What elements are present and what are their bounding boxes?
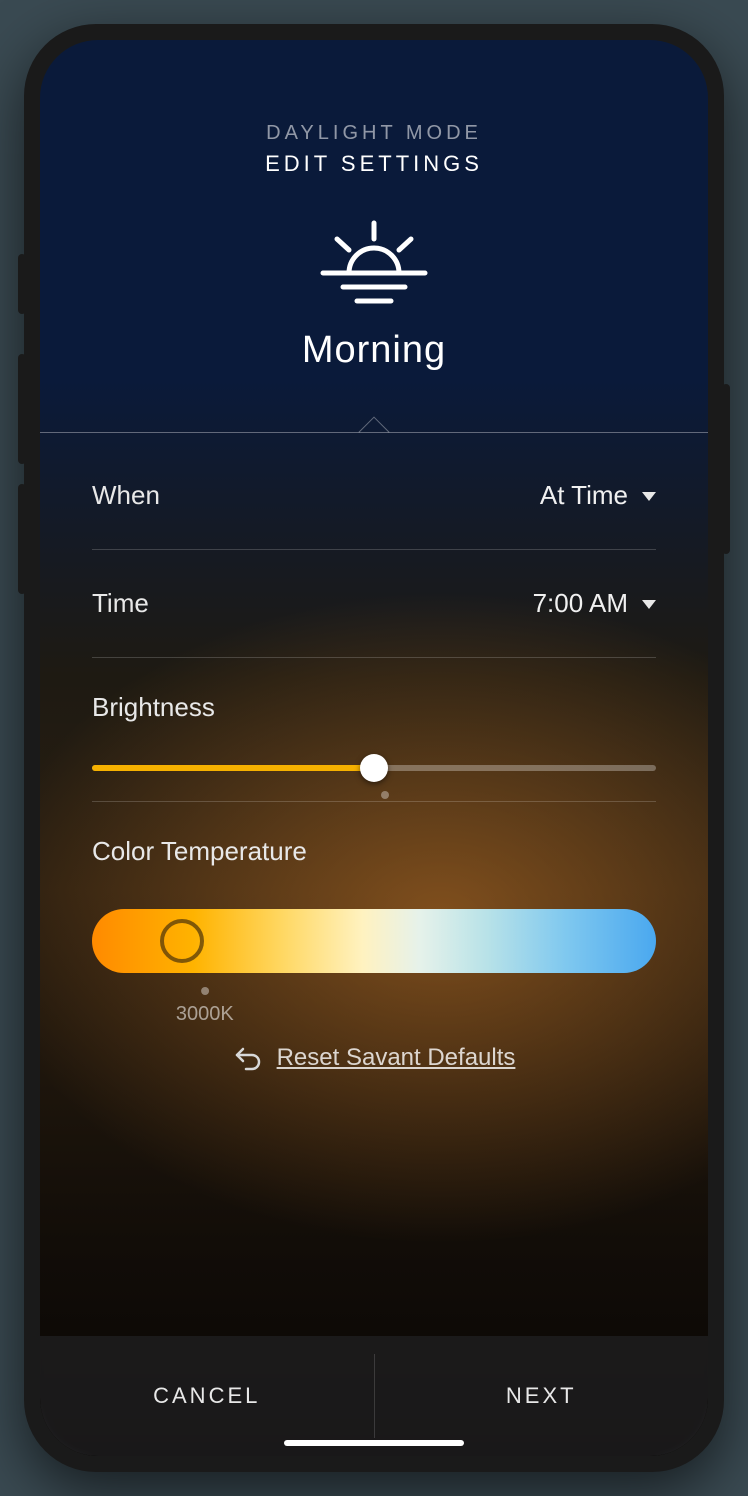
- time-label: Time: [92, 588, 149, 619]
- brightness-thumb[interactable]: [360, 754, 388, 782]
- brightness-slider[interactable]: [92, 765, 656, 771]
- cancel-button[interactable]: CANCEL: [40, 1336, 374, 1456]
- section-pointer: [40, 420, 708, 434]
- page-title: EDIT SETTINGS: [40, 151, 708, 177]
- time-row[interactable]: Time 7:00 AM: [92, 550, 656, 658]
- bottom-bar: CANCEL NEXT: [40, 1336, 708, 1456]
- reset-button[interactable]: Reset Savant Defaults: [92, 1043, 656, 1073]
- color-temp-thumb[interactable]: [160, 919, 204, 963]
- color-temp-marker-label: 3000K: [176, 1003, 234, 1026]
- when-label: When: [92, 480, 160, 511]
- phone-side-button: [18, 254, 26, 314]
- mode-name: Morning: [40, 329, 708, 372]
- brightness-default-marker: [381, 791, 389, 799]
- phone-side-button: [18, 484, 26, 594]
- header-eyebrow: DAYLIGHT MODE: [40, 122, 708, 145]
- color-temp-default-marker: 3000K: [176, 987, 234, 1026]
- brightness-label: Brightness: [92, 692, 656, 723]
- header: DAYLIGHT MODE EDIT SETTINGS Morning: [40, 40, 708, 372]
- screen: DAYLIGHT MODE EDIT SETTINGS Morning: [40, 40, 708, 1456]
- next-button[interactable]: NEXT: [375, 1336, 709, 1456]
- when-value: At Time: [540, 480, 628, 511]
- phone-frame: DAYLIGHT MODE EDIT SETTINGS Morning: [24, 24, 724, 1472]
- color-temp-section: Color Temperature 3000K: [92, 802, 656, 973]
- color-temp-label: Color Temperature: [92, 836, 656, 867]
- chevron-down-icon: [642, 492, 656, 501]
- time-value: 7:00 AM: [533, 588, 628, 619]
- when-row[interactable]: When At Time: [92, 442, 656, 550]
- chevron-down-icon: [642, 600, 656, 609]
- color-temp-slider[interactable]: 3000K: [92, 909, 656, 973]
- sunrise-icon: [40, 217, 708, 307]
- home-indicator[interactable]: [284, 1440, 464, 1446]
- undo-icon: [233, 1043, 263, 1073]
- reset-label: Reset Savant Defaults: [277, 1044, 516, 1072]
- phone-side-button: [722, 384, 730, 554]
- brightness-section: Brightness: [92, 658, 656, 802]
- phone-side-button: [18, 354, 26, 464]
